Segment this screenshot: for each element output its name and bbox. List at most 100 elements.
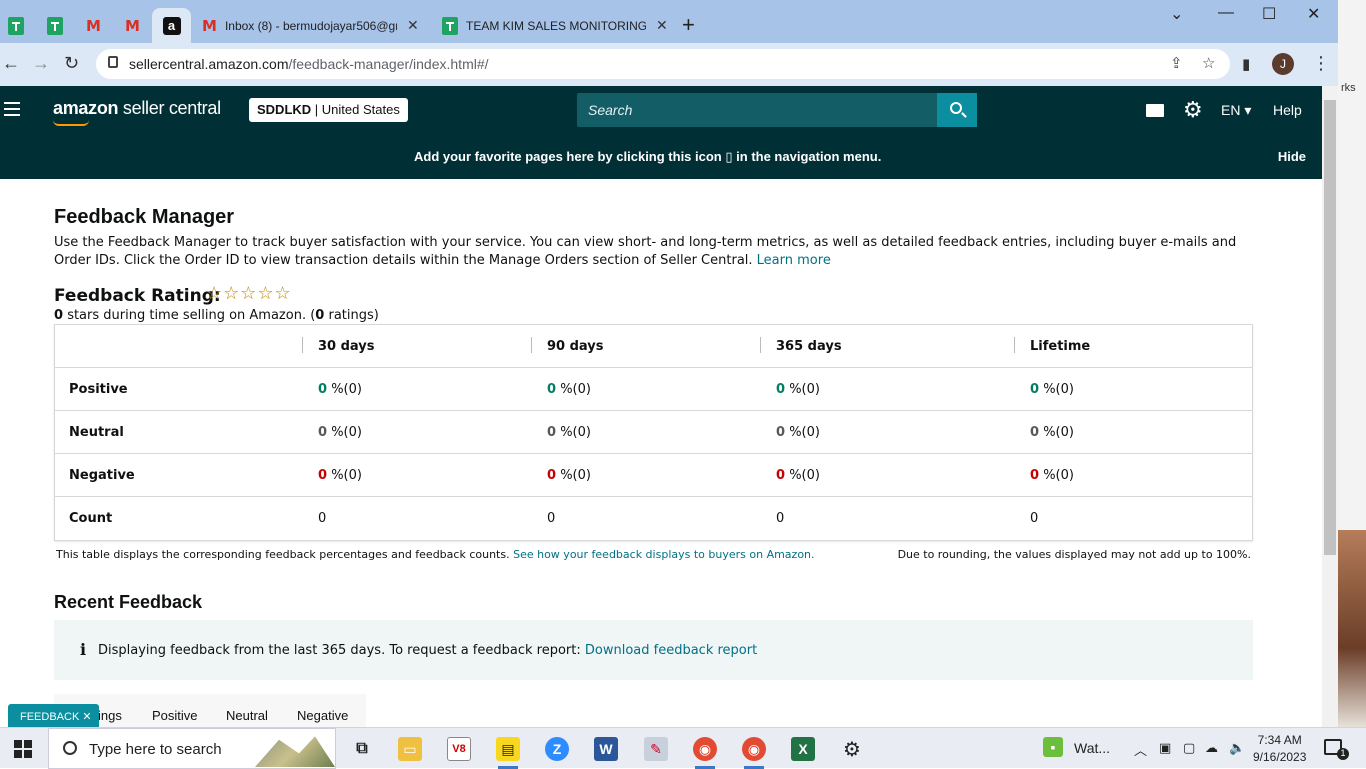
search-button[interactable] [937,93,977,127]
v8-app-icon[interactable]: V8 [447,737,471,761]
chrome-menu-icon[interactable]: ⋮ [1312,53,1330,74]
amazon-icon: a [162,16,181,35]
download-report-link[interactable]: Download feedback report [585,643,757,658]
seller-central-header: amazon seller central SDDLKD | United St… [0,86,1322,134]
clock-date: 9/16/2023 [1253,750,1307,764]
paint-icon[interactable]: ✎ [644,737,668,761]
gear-icon[interactable]: ⚙ [1183,97,1203,123]
account-switcher[interactable]: SDDLKD | United States [249,98,408,122]
profile-avatar[interactable]: J [1272,53,1294,75]
tab-sheets-1[interactable] [0,8,35,43]
row-label: Negative [69,468,135,483]
chrome-profile-icon[interactable]: ◉ [742,737,766,769]
network-icon[interactable]: ▢ [1183,740,1195,756]
system-clock[interactable]: 7:34 AM 9/16/2023 [1253,732,1306,766]
mail-icon[interactable] [1146,104,1164,117]
minimize-icon[interactable]: — [1218,4,1234,22]
scrollbar-thumb[interactable] [1324,100,1336,555]
tab-gmail-1[interactable]: M [74,8,113,43]
chrome-icon[interactable]: ◉ [693,737,717,769]
sheets-icon [442,16,458,35]
page-title: Feedback Manager [54,206,235,228]
tab-positive[interactable]: Positive [152,708,198,723]
address-bar[interactable]: sellercentral.amazon.com/feedback-manage… [96,49,1230,79]
close-icon[interactable]: ✕ [407,17,419,34]
favorites-message: Add your favorite pages here by clicking… [414,149,881,165]
settings-icon[interactable]: ⚙ [840,737,864,761]
zoom-icon[interactable]: Z [545,737,569,761]
language-label: EN [1221,102,1241,118]
close-icon[interactable]: ✕ [656,17,668,34]
table-row-negative: Negative 0 %(0) 0 %(0) 0 %(0) 0 %(0) [55,454,1252,497]
window-close-icon[interactable]: ✕ [1307,4,1320,24]
table-cell: 0 %(0) [776,468,820,483]
weather-label[interactable]: Wat... [1074,740,1110,756]
table-cell: 0 %(0) [776,382,820,397]
logo-brand: amazon [53,98,119,118]
table-cell: 0 [547,511,556,526]
tab-sheets-2[interactable] [35,8,74,43]
tab-title: TEAM KIM SALES MONITORING [466,18,646,33]
gmail-icon: M [86,16,101,35]
excel-icon[interactable]: X [791,737,815,761]
feedback-display-link[interactable]: See how your feedback displays to buyers… [513,548,814,561]
help-link[interactable]: Help [1273,102,1302,118]
account-region: United States [321,102,400,117]
search-highlight-art [255,736,335,767]
desktop-photo [1338,530,1366,727]
side-panel-icon[interactable]: ▮ [1242,55,1250,73]
hide-button[interactable]: Hide [1278,149,1306,164]
lock-icon [108,56,118,68]
word-icon[interactable]: W [594,737,618,761]
table-cell: 0 [318,511,327,526]
tab-negative[interactable]: Negative [297,708,348,723]
tab-gmail-inbox[interactable]: M Inbox (8) - bermudojayar506@gr ✕ [194,8,424,43]
maximize-icon[interactable]: ☐ [1262,4,1276,24]
table-row-neutral: Neutral 0 %(0) 0 %(0) 0 %(0) 0 %(0) [55,411,1252,454]
bookmark-fragment: rks [1341,82,1356,94]
search-icon [950,102,962,114]
meet-now-icon[interactable]: ▣ [1159,740,1171,756]
windows-start-icon[interactable] [14,740,32,758]
seller-central-logo[interactable]: amazon seller central [53,98,221,126]
learn-more-link[interactable]: Learn more [757,253,831,268]
onedrive-icon[interactable]: ☁ [1205,740,1218,756]
forward-icon[interactable]: → [32,53,50,74]
tab-team-kim-sales[interactable]: TEAM KIM SALES MONITORING ✕ [434,8,670,43]
table-cell: 0 [776,511,785,526]
tab-neutral[interactable]: Neutral [226,708,268,723]
sticky-notes-icon[interactable]: ▤ [496,737,520,769]
sheets-icon [7,16,24,35]
feedback-filter-tabs: ings Positive Neutral Negative [54,694,366,727]
rating-summary-end: ratings) [328,308,379,323]
weather-icon[interactable]: ▪ [1043,737,1063,757]
volume-icon[interactable]: 🔈 [1229,740,1245,756]
column-header: 90 days [547,339,604,354]
table-header-row: 30 days 90 days 365 days Lifetime [55,325,1252,368]
info-message: Displaying feedback from the last 365 da… [98,643,581,658]
tab-search-icon[interactable]: ⌄ [1170,4,1183,24]
favorites-banner: Add your favorite pages here by clicking… [0,134,1322,179]
menu-icon[interactable] [4,102,20,120]
file-explorer-icon[interactable]: ▭ [398,737,422,761]
task-view-icon[interactable]: ⧉ [350,737,374,761]
search-input[interactable]: Search [577,93,977,127]
back-icon[interactable]: ← [2,53,20,74]
bookmark-star-icon[interactable]: ☆ [1202,54,1215,72]
column-header: 30 days [318,339,375,354]
new-tab-button[interactable]: + [682,12,695,38]
rounding-note: Due to rounding, the values displayed ma… [897,548,1251,561]
feedback-button[interactable]: FEEDBACK ✕ [8,704,99,728]
tab-all-ratings[interactable]: ings [98,708,122,723]
feedback-rating-title: Feedback Rating: [54,286,221,306]
row-label: Positive [69,382,128,397]
tab-amazon-active[interactable]: a [152,8,191,43]
share-icon[interactable]: ⇪ [1170,54,1183,72]
tab-gmail-2[interactable]: M [113,8,152,43]
taskbar-search-input[interactable]: Type here to search [48,728,336,769]
show-hidden-icons[interactable]: ︿ [1134,740,1147,759]
reload-icon[interactable]: ↻ [64,53,79,74]
language-selector[interactable]: EN ▾ [1221,102,1251,119]
bookmark-icon: ▯ [725,149,733,164]
page-scrollbar[interactable] [1322,86,1338,727]
